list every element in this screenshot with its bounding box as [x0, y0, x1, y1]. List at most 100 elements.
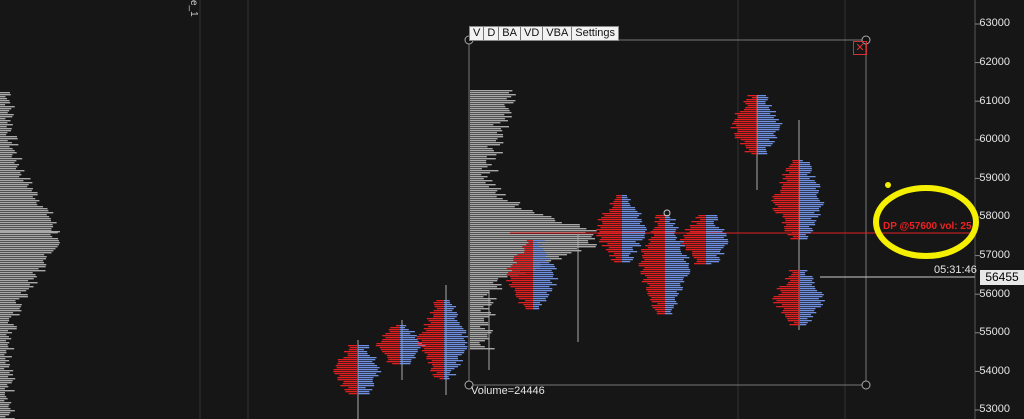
profile-bar — [470, 346, 485, 348]
footprint-bid-bar — [652, 229, 665, 231]
footprint-ask-bar — [358, 369, 378, 371]
profile-bar — [470, 126, 510, 128]
footprint-bid-bar — [780, 290, 800, 292]
profile-bar — [0, 382, 12, 384]
close-profile-icon[interactable]: ✕ — [853, 41, 867, 55]
profile-bar — [470, 122, 501, 124]
footprint-bid-bar — [510, 278, 533, 280]
footprint-bid-bar — [432, 374, 444, 376]
footprint-bid-bar — [656, 313, 665, 315]
toolbar-button-v[interactable]: V — [470, 27, 485, 40]
profile-bar — [470, 112, 512, 114]
footprint-bid-bar — [788, 270, 800, 272]
footprint-bid-bar — [526, 240, 533, 242]
footprint-bid-bar — [433, 366, 444, 368]
toolbar-button-settings[interactable]: Settings — [572, 27, 618, 40]
footprint-bid-bar — [433, 316, 444, 318]
footprint-bid-bar — [787, 234, 799, 236]
footprint-bid-bar — [650, 231, 665, 233]
footprint-ask-bar — [706, 241, 729, 243]
toolbar-button-d[interactable]: D — [484, 27, 500, 40]
profile-bar — [0, 280, 29, 282]
footprint-bid-bar — [508, 284, 533, 286]
footprint-ask-bar — [533, 254, 548, 256]
footprint-ask-bar — [799, 232, 811, 234]
footprint-bid-bar — [423, 328, 444, 330]
profile-bar — [470, 294, 488, 296]
footprint-ask-bar — [800, 314, 812, 316]
footprint-ask-bar — [665, 243, 681, 245]
footprint-bid-bar — [386, 355, 400, 357]
profile-bar — [0, 306, 21, 308]
footprint-bid-bar — [433, 302, 444, 304]
toolbar-button-ba[interactable]: BA — [499, 27, 521, 40]
profile-bar — [0, 372, 10, 374]
profile-bar — [0, 414, 10, 416]
footprint-bid-bar — [642, 257, 665, 259]
footprint-ask-bar — [444, 368, 455, 370]
footprint-bid-bar — [777, 206, 799, 208]
profile-bar — [0, 218, 51, 220]
price-axis-label: 55000 — [979, 326, 1010, 338]
footprint-bid-bar — [609, 211, 622, 213]
profile-bar — [0, 180, 24, 182]
profile-bar — [0, 118, 6, 120]
footprint-bid-bar — [685, 245, 706, 247]
footprint-ask-bar — [622, 227, 647, 229]
profile-bar — [470, 148, 493, 150]
footprint-ask-bar — [757, 151, 767, 153]
footprint-bid-bar — [511, 270, 533, 272]
footprint-ask-bar — [358, 357, 377, 359]
footprint-ask-bar — [665, 301, 677, 303]
profile-bar — [0, 140, 8, 142]
footprint-bid-bar — [789, 324, 800, 326]
profile-bar — [0, 160, 17, 162]
footprint-ask-bar — [706, 245, 725, 247]
footprint-ask-bar — [444, 336, 469, 338]
footprint-ask-bar — [622, 229, 647, 231]
footprint-bid-bar — [782, 174, 799, 176]
profile-bar — [0, 132, 8, 134]
profile-bar — [0, 282, 38, 284]
footprint-ask-bar — [799, 234, 806, 236]
profile-bar — [0, 178, 31, 180]
profile-bar — [0, 266, 46, 268]
footprint-ask-bar — [665, 255, 687, 257]
footprint-ask-bar — [706, 259, 721, 261]
footprint-bid-bar — [601, 237, 622, 239]
footprint-bid-bar — [648, 243, 665, 245]
toolbar-button-vba[interactable]: VBA — [543, 27, 573, 40]
profile-bar — [0, 270, 46, 272]
footprint-ask-bar — [533, 270, 552, 272]
footprint-bid-bar — [610, 259, 622, 261]
chart-canvas[interactable] — [0, 0, 1024, 419]
footprint-ask-bar — [358, 349, 364, 351]
footprint-ask-bar — [799, 198, 819, 200]
price-axis-label: 60000 — [979, 133, 1010, 145]
profile-bar — [470, 174, 482, 176]
footprint-bid-bar — [747, 95, 757, 97]
footprint-bid-bar — [773, 210, 799, 212]
footprint-ask-bar — [400, 325, 407, 327]
footprint-ask-bar — [444, 376, 449, 378]
footprint-ask-bar — [665, 261, 687, 263]
profile-bar — [470, 162, 487, 164]
footprint-bid-bar — [792, 232, 799, 234]
footprint-bid-bar — [685, 247, 706, 249]
footprint-ask-bar — [757, 117, 774, 119]
footprint-bid-bar — [782, 178, 799, 180]
footprint-bid-bar — [684, 229, 706, 231]
footprint-bid-bar — [612, 207, 622, 209]
footprint-ask-bar — [799, 196, 818, 198]
footprint-ask-bar — [706, 225, 716, 227]
footprint-bid-bar — [690, 227, 706, 229]
profile-bar — [470, 280, 498, 282]
profile-bar — [470, 176, 488, 178]
toolbar-button-vd[interactable]: VD — [521, 27, 544, 40]
footprint-bid-bar — [782, 216, 799, 218]
profile-bar — [0, 130, 12, 132]
footprint-ask-bar — [757, 129, 780, 131]
price-axis-label: 58000 — [979, 210, 1010, 222]
profile-bar — [0, 122, 8, 124]
footprint-bid-bar — [783, 214, 799, 216]
